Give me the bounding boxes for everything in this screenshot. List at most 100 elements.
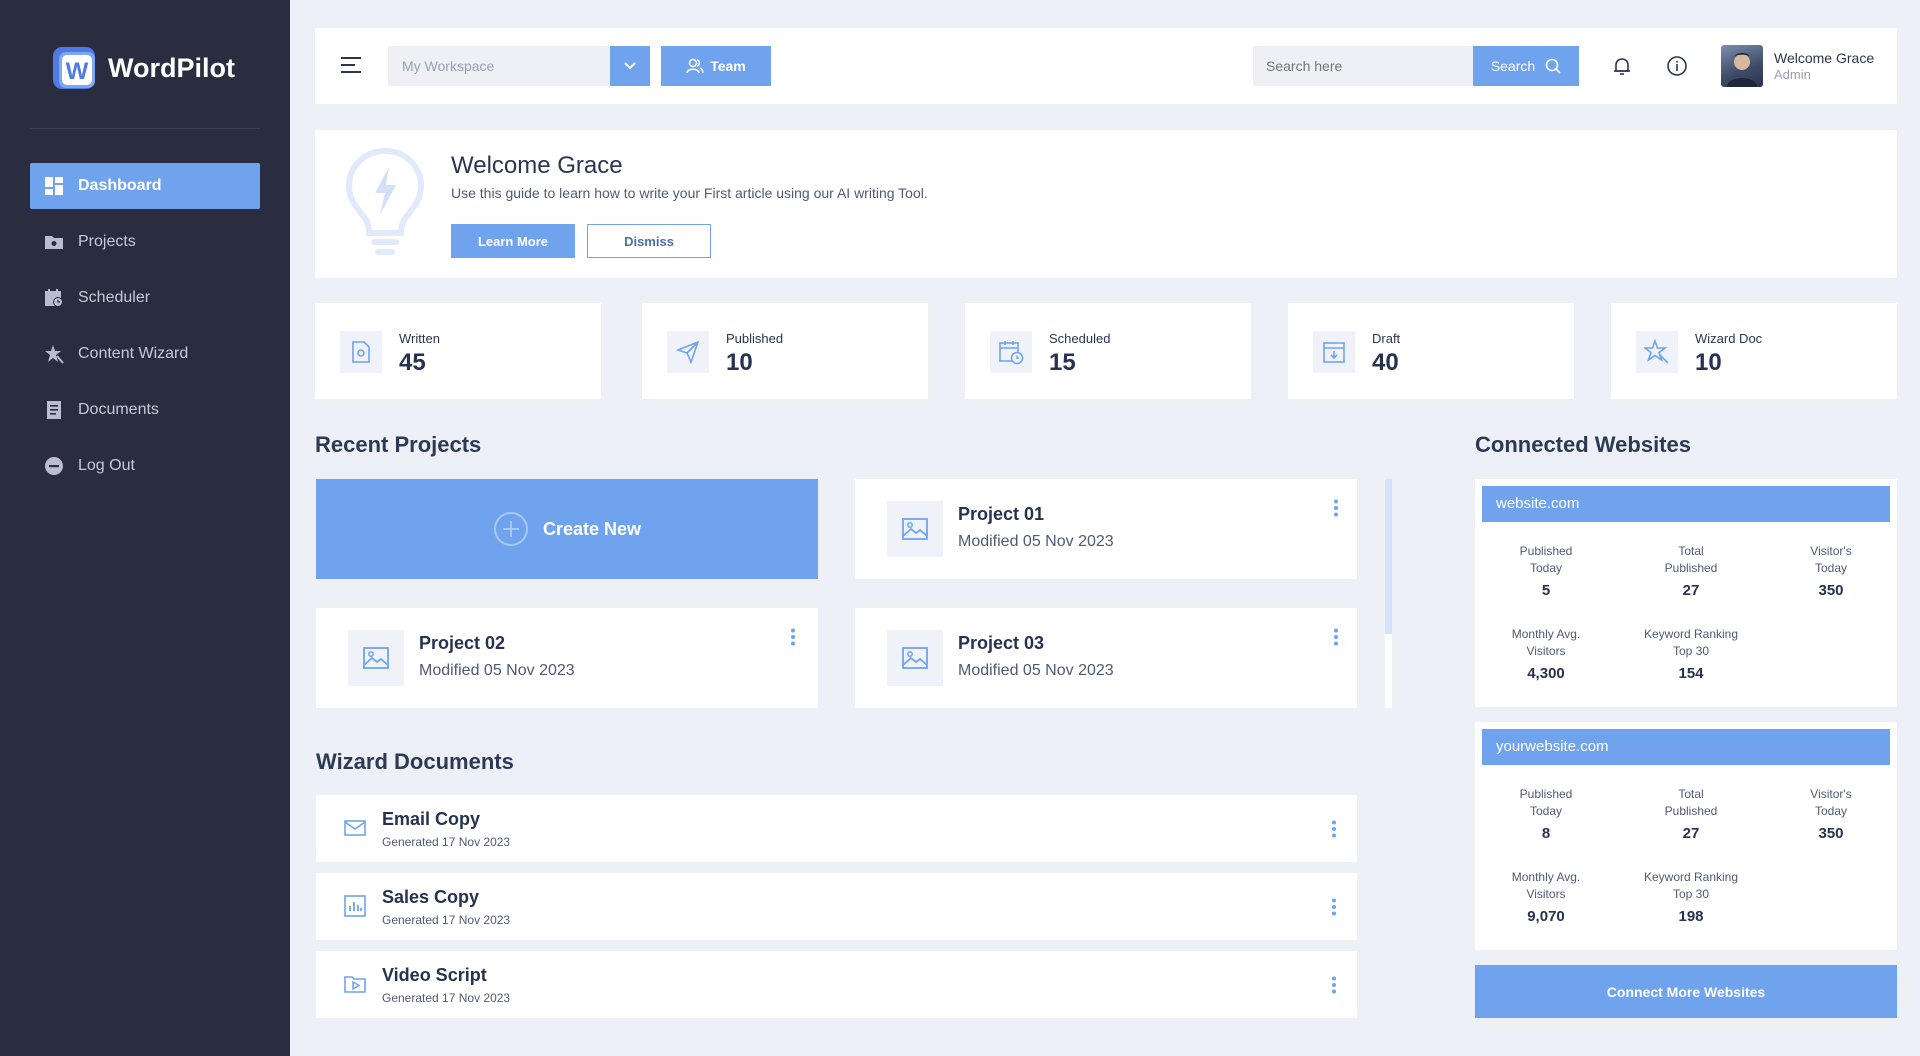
metric-label: Published Today <box>1519 787 1573 818</box>
metric-published-today: Published Today 8 <box>1481 786 1611 842</box>
metric-label: Total Published <box>1664 787 1718 818</box>
sidebar-item-label: Scheduler <box>78 289 151 306</box>
wizard-star-icon <box>45 345 64 364</box>
team-label: Team <box>710 58 746 74</box>
image-icon <box>902 647 928 669</box>
sidebar: W WordPilot Dashboard Projects Scheduler… <box>0 0 290 1056</box>
more-options-icon[interactable] <box>1331 820 1337 838</box>
create-new-project-button[interactable]: Create New <box>316 479 818 579</box>
bar-chart-icon <box>344 895 366 917</box>
project-thumbnail <box>887 501 943 557</box>
search-input[interactable] <box>1253 46 1473 86</box>
hamburger-menu-icon[interactable] <box>341 56 361 74</box>
sidebar-item-content-wizard[interactable]: Content Wizard <box>30 331 260 377</box>
metric-total-published: Total Published 27 <box>1626 543 1756 599</box>
metric-label: Published Today <box>1519 544 1573 575</box>
project-card[interactable]: Project 02 Modified 05 Nov 2023 <box>316 608 818 708</box>
metric-value: 350 <box>1818 825 1844 842</box>
dismiss-button[interactable]: Dismiss <box>587 224 711 258</box>
metric-value: 27 <box>1682 825 1700 842</box>
sidebar-item-scheduler[interactable]: Scheduler <box>30 275 260 321</box>
workspace-select[interactable]: My Workspace <box>388 46 610 86</box>
stat-label: Written <box>399 331 440 346</box>
welcome-title: Welcome Grace <box>451 152 623 179</box>
avatar[interactable] <box>1721 45 1763 87</box>
more-options-icon[interactable] <box>1331 976 1337 994</box>
stat-card-wizard-doc[interactable]: Wizard Doc 10 <box>1611 303 1897 399</box>
sidebar-item-documents[interactable]: Documents <box>30 387 260 433</box>
metric-label: Total Published <box>1664 544 1718 575</box>
welcome-banner: Welcome Grace Use this guide to learn ho… <box>315 130 1897 278</box>
recent-projects-title: Recent Projects <box>315 432 482 457</box>
chevron-down-icon <box>624 62 636 70</box>
wizard-document-row[interactable]: Sales Copy Generated 17 Nov 2023 <box>316 873 1357 940</box>
sidebar-item-projects[interactable]: Projects <box>30 219 260 265</box>
project-name: Project 01 <box>958 504 1045 524</box>
stat-card-scheduled[interactable]: Scheduled 15 <box>965 303 1251 399</box>
lightbulb-icon <box>345 147 425 255</box>
bell-icon[interactable] <box>1610 54 1634 78</box>
stat-icon-box <box>340 331 382 373</box>
project-card[interactable]: Project 01 Modified 05 Nov 2023 <box>855 479 1357 579</box>
connect-more-websites-button[interactable]: Connect More Websites <box>1475 965 1897 1018</box>
stat-value: 10 <box>726 349 753 376</box>
more-options-icon[interactable] <box>1331 898 1337 916</box>
metric-monthly-visitors: Monthly Avg. Visitors 9,070 <box>1481 869 1611 925</box>
sidebar-divider <box>30 128 260 129</box>
stat-icon-box <box>990 331 1032 373</box>
sidebar-item-dashboard[interactable]: Dashboard <box>30 163 260 209</box>
video-play-icon <box>344 976 366 993</box>
document-gear-icon <box>352 341 370 363</box>
sidebar-item-label: Dashboard <box>78 177 162 194</box>
document-icon <box>47 401 61 419</box>
wizard-documents-title: Wizard Documents <box>316 749 514 774</box>
metric-label: Keyword Ranking Top 30 <box>1643 627 1739 658</box>
wizard-document-row[interactable]: Email Copy Generated 17 Nov 2023 <box>316 795 1357 862</box>
metric-visitors-today: Visitor's Today 350 <box>1766 786 1896 842</box>
learn-more-button[interactable]: Learn More <box>451 224 575 258</box>
search-icon <box>1545 58 1561 74</box>
info-icon[interactable] <box>1665 54 1689 78</box>
wizard-document-row[interactable]: Video Script Generated 17 Nov 2023 <box>316 951 1357 1018</box>
metric-value: 9,070 <box>1527 908 1565 925</box>
projects-scrollbar-thumb[interactable] <box>1385 479 1392 634</box>
stat-icon-box <box>1636 331 1678 373</box>
stat-label: Scheduled <box>1049 331 1111 346</box>
stat-card-written[interactable]: Written 45 <box>315 303 601 399</box>
more-options-icon[interactable] <box>790 628 796 646</box>
metric-value: 8 <box>1541 825 1551 842</box>
metric-keyword-ranking: Keyword Ranking Top 30 198 <box>1626 869 1756 925</box>
more-options-icon[interactable] <box>1333 499 1339 517</box>
brand-logo[interactable]: W WordPilot <box>50 44 235 92</box>
stat-value: 40 <box>1372 349 1399 376</box>
inbox-download-icon <box>1323 342 1345 363</box>
metric-label: Monthly Avg. Visitors <box>1511 627 1581 658</box>
metric-total-published: Total Published 27 <box>1626 786 1756 842</box>
connected-websites-title: Connected Websites <box>1475 432 1691 457</box>
sidebar-item-label: Content Wizard <box>78 345 189 362</box>
user-name: Welcome Grace <box>1774 50 1875 66</box>
workspace-dropdown-button[interactable] <box>610 46 650 86</box>
project-thumbnail <box>887 630 943 686</box>
project-modified: Modified 05 Nov 2023 <box>958 533 1114 550</box>
stat-label: Draft <box>1372 331 1401 346</box>
sidebar-item-logout[interactable]: Log Out <box>30 443 260 489</box>
stat-card-published[interactable]: Published 10 <box>642 303 928 399</box>
website-card: yourwebsite.com Published Today 8 Total Pu… <box>1475 722 1897 950</box>
team-button[interactable]: Team <box>661 46 771 86</box>
image-icon <box>902 518 928 540</box>
brand-name: WordPilot <box>108 52 235 83</box>
website-domain[interactable]: website.com <box>1482 486 1890 522</box>
stat-icon-box <box>1313 331 1355 373</box>
more-options-icon[interactable] <box>1333 628 1339 646</box>
send-icon <box>676 340 700 364</box>
calendar-clock-icon <box>45 289 63 307</box>
project-card[interactable]: Project 03 Modified 05 Nov 2023 <box>855 608 1357 708</box>
search-button[interactable]: Search <box>1473 46 1579 86</box>
top-bar: My Workspace Team Search Welcome Grace A… <box>315 28 1897 104</box>
website-domain[interactable]: yourwebsite.com <box>1482 729 1890 765</box>
stat-value: 45 <box>399 349 426 376</box>
wordpilot-logo-icon: W <box>53 47 95 89</box>
stat-card-draft[interactable]: Draft 40 <box>1288 303 1574 399</box>
stat-value: 15 <box>1049 349 1076 376</box>
